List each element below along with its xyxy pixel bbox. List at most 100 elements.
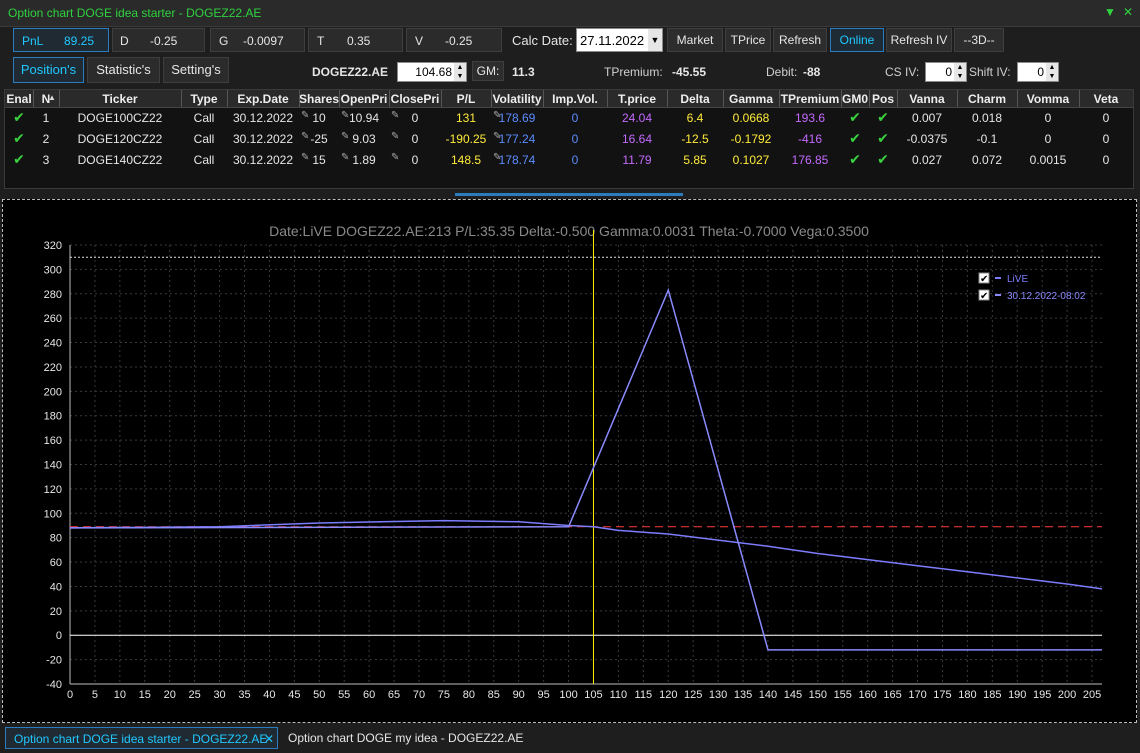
column-separator[interactable] [667, 90, 668, 107]
x-tick-label: 105 [584, 689, 602, 701]
column-separator[interactable] [897, 90, 898, 107]
column-separator[interactable] [299, 90, 300, 107]
delta-box: D -0.25 [112, 28, 205, 52]
edit-icon[interactable]: ✎ [391, 110, 399, 121]
edit-icon[interactable]: ✎ [493, 152, 501, 163]
edit-icon[interactable]: ✎ [301, 131, 309, 142]
table-row[interactable]: ✔ 1 DOGE100CZ22 Call 30.12.2022 10 ✎ 10.94 ✎ 0 ✎ 13… [5, 108, 1133, 129]
column-separator[interactable] [389, 90, 390, 107]
tab-positions[interactable]: Position's [13, 57, 84, 83]
column-separator[interactable] [543, 90, 544, 107]
edit-icon[interactable]: ✎ [493, 131, 501, 142]
column-separator[interactable] [33, 90, 34, 107]
column-separator[interactable] [59, 90, 60, 107]
edit-icon[interactable]: ✎ [341, 152, 349, 163]
column-separator[interactable] [181, 90, 182, 107]
spinner-arrows-icon[interactable]: ▲ ▼ [1046, 63, 1058, 81]
table-row[interactable]: ✔ 2 DOGE120CZ22 Call 30.12.2022 -25 ✎ 9.03 ✎ 0 ✎ -1… [5, 129, 1133, 150]
tprice-button[interactable]: TPrice [725, 28, 771, 52]
refresh-button[interactable]: Refresh [773, 28, 827, 52]
y-tick-label: 320 [44, 240, 62, 252]
column-header[interactable]: Shares [299, 92, 339, 106]
column-header[interactable]: Vanna [897, 92, 957, 106]
edit-icon[interactable]: ✎ [341, 131, 349, 142]
online-button[interactable]: Online [830, 28, 884, 52]
price-spinner[interactable]: 104.68 ▲ ▼ [397, 62, 467, 82]
table-row[interactable]: ✔ 3 DOGE140CZ22 Call 30.12.2022 15 ✎ 1.89 ✎ 0 ✎ 148… [5, 150, 1133, 171]
column-separator[interactable] [869, 90, 870, 107]
chevron-down-icon[interactable]: ▼ [1103, 4, 1117, 20]
csiv-spinner[interactable]: 0 ▲ ▼ [925, 62, 967, 82]
doc-tab-idea-starter[interactable]: Option chart DOGE idea starter - DOGEZ22… [5, 727, 278, 749]
column-header[interactable]: Imp.Vol. [543, 92, 607, 106]
column-header[interactable]: P/L [441, 92, 491, 106]
column-header[interactable]: Ticker [59, 92, 181, 106]
column-header[interactable]: Pos [869, 92, 897, 106]
enable-checkbox[interactable]: ✔ [5, 109, 33, 126]
column-separator[interactable] [227, 90, 228, 107]
column-header[interactable]: OpenPri [339, 92, 389, 106]
enable-checkbox[interactable]: ✔ [5, 130, 33, 147]
edit-icon[interactable]: ✎ [301, 110, 309, 121]
gm0-checkbox[interactable]: ✔ [841, 151, 869, 168]
pos-checkbox[interactable]: ✔ [869, 130, 897, 147]
column-header[interactable]: Delta [667, 92, 723, 106]
edit-icon[interactable]: ✎ [301, 152, 309, 163]
spinner-arrows-icon[interactable]: ▲ ▼ [454, 63, 466, 81]
column-header[interactable]: TPremium [779, 92, 841, 106]
column-header[interactable]: ClosePri [389, 92, 441, 106]
column-separator[interactable] [1017, 90, 1018, 107]
edit-icon[interactable]: ✎ [341, 110, 349, 121]
column-header[interactable]: Gamma [723, 92, 779, 106]
column-separator[interactable] [339, 90, 340, 107]
column-separator[interactable] [841, 90, 842, 107]
column-separator[interactable] [779, 90, 780, 107]
close-icon[interactable]: ✕ [1121, 4, 1135, 20]
column-separator[interactable] [441, 90, 442, 107]
three-d-button[interactable]: --3D-- [954, 28, 1004, 52]
column-header[interactable]: T.price [607, 92, 667, 106]
column-header[interactable]: Exp.Date [227, 92, 299, 106]
cell-type: Call [193, 111, 215, 125]
gm0-checkbox[interactable]: ✔ [841, 109, 869, 126]
cell-veta: 0 [1102, 132, 1110, 146]
panel-splitter[interactable] [0, 192, 1140, 199]
column-separator[interactable] [607, 90, 608, 107]
column-header[interactable]: Type [181, 92, 227, 106]
column-separator[interactable] [1079, 90, 1080, 107]
column-header[interactable]: Volatility [491, 92, 543, 106]
calc-date-picker[interactable]: 27.11.2022 ▼ [576, 28, 663, 52]
column-header[interactable]: Charm [957, 92, 1017, 106]
tab-statistics[interactable]: Statistic's [87, 57, 160, 83]
x-tick-label: 100 [559, 689, 577, 701]
gm0-checkbox[interactable]: ✔ [841, 130, 869, 147]
edit-icon[interactable]: ✎ [493, 110, 501, 121]
column-header[interactable]: Veta [1079, 92, 1133, 106]
market-button[interactable]: Market [667, 28, 723, 52]
column-separator[interactable] [491, 90, 492, 107]
chevron-down-icon[interactable]: ▼ [648, 29, 662, 51]
column-separator[interactable] [957, 90, 958, 107]
doc-tab-my-idea[interactable]: Option chart DOGE my idea - DOGEZ22.AE [280, 727, 548, 749]
pos-checkbox[interactable]: ✔ [869, 109, 897, 126]
column-separator[interactable] [723, 90, 724, 107]
column-header[interactable]: Enal [5, 92, 33, 106]
pos-checkbox[interactable]: ✔ [869, 151, 897, 168]
x-tick-label: 80 [463, 689, 475, 701]
enable-checkbox[interactable]: ✔ [5, 151, 33, 168]
edit-icon[interactable]: ✎ [391, 131, 399, 142]
tab-settings[interactable]: Setting's [163, 57, 229, 83]
edit-icon[interactable]: ✎ [391, 152, 399, 163]
x-tick-label: 5 [92, 689, 98, 701]
splitter-handle[interactable] [455, 193, 683, 196]
refresh-iv-button[interactable]: Refresh IV [886, 28, 952, 52]
spinner-arrows-icon[interactable]: ▲ ▼ [954, 63, 966, 81]
column-header[interactable]: Vomma [1017, 92, 1079, 106]
payoff-chart[interactable]: Date:LiVE DOGEZ22.AE:213 P/L:35.35 Delta… [3, 200, 1134, 720]
close-icon[interactable]: ✕ [264, 728, 274, 750]
tpremium-value: -45.55 [672, 65, 707, 79]
shiftiv-spinner[interactable]: 0 ▲ ▼ [1017, 62, 1059, 82]
series-line-live [69, 519, 1103, 590]
title-bar: Option chart DOGE idea starter - DOGEZ22… [0, 0, 1140, 27]
column-header[interactable]: GM0 [841, 92, 869, 106]
